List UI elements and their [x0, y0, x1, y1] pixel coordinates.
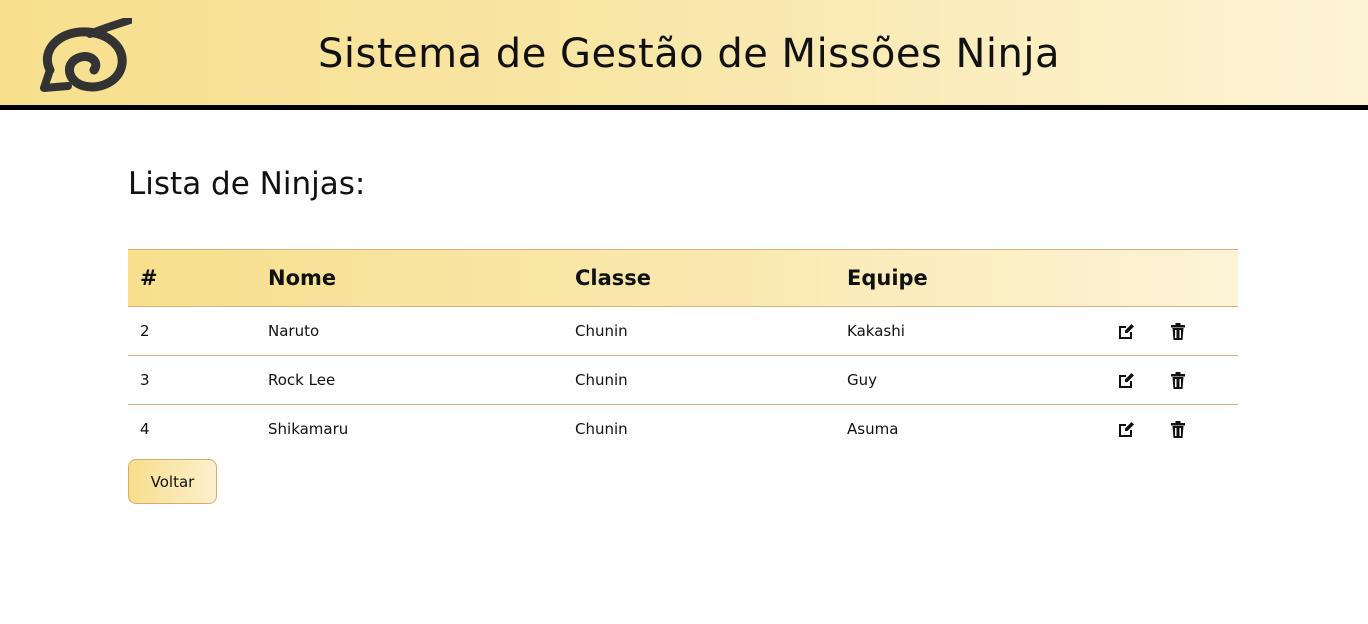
cell-id: 2: [140, 322, 150, 340]
cell-nome: Rock Lee: [268, 371, 336, 389]
cell-classe: Chunin: [575, 322, 628, 340]
table-row: 3 Rock Lee Chunin Guy: [128, 356, 1238, 405]
column-header-actions: [1117, 250, 1238, 307]
edit-icon[interactable]: [1117, 420, 1135, 438]
cell-actions: [1117, 356, 1238, 405]
cell-id: 4: [140, 420, 150, 439]
table-row: 2 Naruto Chunin Kakashi: [128, 307, 1238, 356]
trash-icon[interactable]: [1169, 322, 1187, 340]
cell-nome: Naruto: [268, 322, 320, 340]
cell-id: 3: [140, 371, 150, 389]
cell-classe: Chunin: [575, 371, 628, 389]
trash-icon[interactable]: [1169, 420, 1187, 438]
column-header-id: #: [140, 266, 158, 290]
back-button[interactable]: Voltar: [128, 459, 217, 504]
column-header-equipe: Equipe: [847, 266, 928, 290]
cell-equipe: Asuma: [847, 420, 899, 439]
app-title: Sistema de Gestão de Missões Ninja: [317, 31, 1061, 77]
page-title: Lista de Ninjas:: [128, 166, 366, 202]
cell-actions: [1117, 307, 1238, 356]
cell-actions: [1117, 405, 1238, 454]
cell-classe: Chunin: [575, 420, 628, 439]
table-header-row: # Nome Classe Equipe: [128, 249, 1238, 307]
trash-icon[interactable]: [1169, 371, 1187, 389]
column-header-nome: Nome: [268, 266, 337, 290]
column-header-classe: Classe: [575, 266, 652, 290]
ninja-table: # Nome Classe Equipe 2 Naruto Chunin Kak…: [128, 249, 1238, 454]
app-header: Sistema de Gestão de Missões Ninja: [0, 0, 1368, 110]
edit-icon[interactable]: [1117, 322, 1135, 340]
cell-nome: Shikamaru: [268, 420, 349, 439]
cell-equipe: Guy: [847, 371, 878, 389]
edit-icon[interactable]: [1117, 371, 1135, 389]
cell-equipe: Kakashi: [847, 322, 905, 340]
table-row: 4 Shikamaru Chunin Asuma: [128, 405, 1238, 454]
